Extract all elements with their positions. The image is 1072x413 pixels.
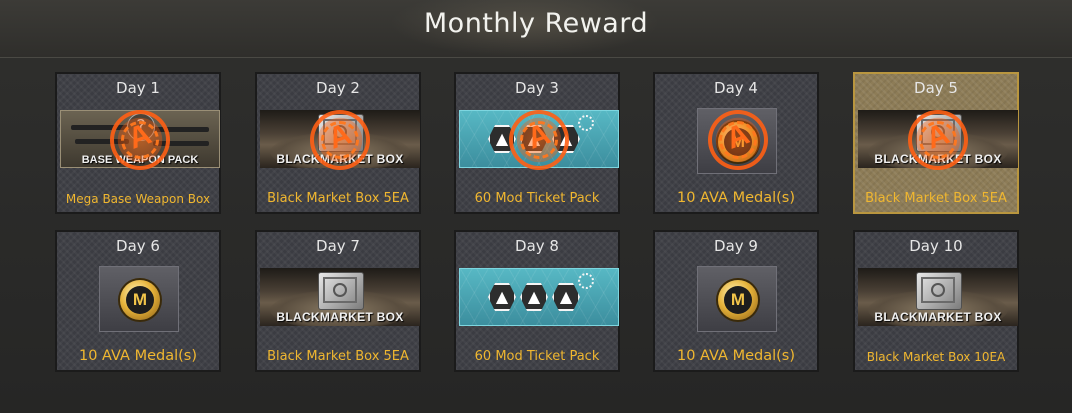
- ava-medal-icon: M: [120, 280, 160, 320]
- reward-name: Black Market Box 5EA: [865, 191, 1007, 206]
- claimed-stamp-icon: A: [708, 110, 768, 170]
- box-image-label: BLACKMARKET BOX: [874, 310, 1002, 324]
- reward-card-day-5[interactable]: Day 5BLACKMARKET BOXABlack Market Box 5E…: [853, 72, 1019, 214]
- reward-card-day-9[interactable]: Day 9 M 10 AVA Medal(s): [653, 230, 819, 372]
- reward-day-label: Day 6: [116, 237, 160, 255]
- ticket-icon: ▲: [488, 283, 516, 311]
- medal-glyph: M: [724, 286, 752, 314]
- gear-icon: [578, 115, 594, 131]
- reward-card-day-4[interactable]: Day 4MA10 AVA Medal(s): [653, 72, 819, 214]
- reward-name: Black Market Box 10EA: [866, 350, 1006, 364]
- reward-name: 60 Mod Ticket Pack: [474, 349, 600, 364]
- mod-ticket-image: ▲▲▲: [459, 268, 619, 326]
- stamp-glyph: A: [522, 117, 555, 156]
- reward-day-label: Day 4: [714, 79, 758, 97]
- reward-name: Black Market Box 5EA: [267, 349, 409, 364]
- reward-day-label: Day 9: [714, 237, 758, 255]
- crate-icon: [318, 272, 364, 310]
- reward-card-day-6[interactable]: Day 6 M 10 AVA Medal(s): [55, 230, 221, 372]
- blackmarket-box-image: BLACKMARKET BOX: [260, 268, 420, 326]
- medal-glyph: M: [126, 286, 154, 314]
- crate-icon: [916, 272, 962, 310]
- stamp-glyph: A: [323, 117, 356, 156]
- claimed-stamp-icon: A: [509, 110, 569, 170]
- stamp-glyph: A: [123, 117, 156, 156]
- reward-day-label: Day 5: [914, 79, 958, 97]
- ticket-icons: ▲▲▲: [488, 283, 592, 313]
- claimed-stamp-icon: A: [908, 110, 968, 170]
- reward-card-day-7[interactable]: Day 7 BLACKMARKET BOX Black Market Box 5EA: [255, 230, 421, 372]
- reward-card-day-8[interactable]: Day 8 ▲ ▲ ▲ 60 Mod Ticket Pack: [454, 230, 620, 372]
- stamp-glyph: A: [921, 117, 954, 156]
- reward-grid: Day 1?BASE WEAPON PACKAMega Base Weapon …: [55, 72, 1021, 374]
- reward-name: 60 Mod Ticket Pack: [474, 191, 600, 206]
- claimed-stamp-icon: A: [310, 110, 370, 170]
- reward-card-day-10[interactable]: Day 10 BLACKMARKET BOX Black Market Box 10…: [853, 230, 1019, 372]
- gear-icon: [578, 273, 594, 289]
- reward-name: Black Market Box 5EA: [267, 191, 409, 206]
- reward-day-label: Day 10: [909, 237, 963, 255]
- header-bar: Monthly Reward: [0, 0, 1072, 58]
- reward-card-day-1[interactable]: Day 1?BASE WEAPON PACKAMega Base Weapon …: [55, 72, 221, 214]
- reward-name: 10 AVA Medal(s): [79, 348, 197, 364]
- ticket-icon: ▲: [552, 283, 580, 311]
- reward-name: Mega Base Weapon Box: [65, 192, 211, 206]
- ticket-icon: ▲: [520, 283, 548, 311]
- reward-day-label: Day 3: [515, 79, 559, 97]
- blackmarket-box-image: BLACKMARKET BOX: [858, 268, 1018, 326]
- stamp-glyph: A: [721, 117, 754, 156]
- reward-name: 10 AVA Medal(s): [677, 190, 795, 206]
- ava-medal-image: M: [697, 266, 777, 332]
- ava-medal-icon: M: [718, 280, 758, 320]
- ava-medal-image: M: [99, 266, 179, 332]
- reward-day-label: Day 7: [316, 237, 360, 255]
- reward-day-label: Day 2: [316, 79, 360, 97]
- reward-day-label: Day 8: [515, 237, 559, 255]
- reward-card-day-2[interactable]: Day 2BLACKMARKET BOXABlack Market Box 5E…: [255, 72, 421, 214]
- box-image-label: BLACKMARKET BOX: [276, 310, 404, 324]
- page-title: Monthly Reward: [423, 8, 649, 39]
- reward-card-day-3[interactable]: Day 3▲▲▲A60 Mod Ticket Pack: [454, 72, 620, 214]
- reward-day-label: Day 1: [116, 79, 160, 97]
- claimed-stamp-icon: A: [110, 110, 170, 170]
- reward-name: 10 AVA Medal(s): [677, 348, 795, 364]
